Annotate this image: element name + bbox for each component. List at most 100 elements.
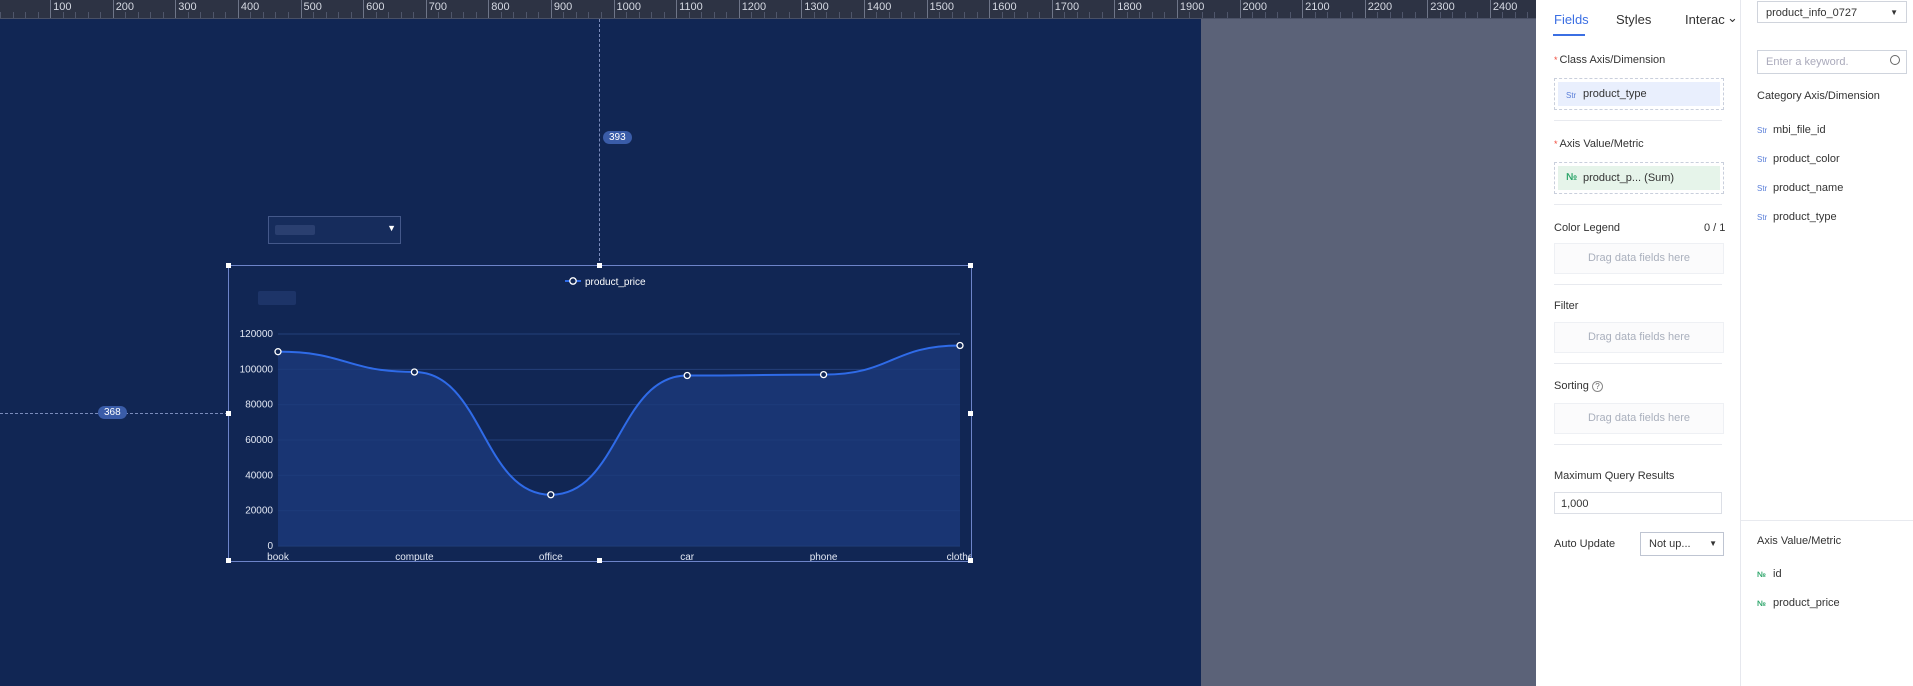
ruler-tick (488, 0, 490, 18)
class-axis-dropzone[interactable]: Str product_type (1554, 78, 1724, 110)
resize-handle-sw[interactable] (226, 558, 231, 563)
field-item-product-name[interactable]: Str product_name (1757, 182, 1843, 194)
ruler-minor-tick (100, 12, 102, 18)
dashboard-screen[interactable]: 393 368 ▼ 120000 100000 80000 60000 40000 200… (0, 19, 1201, 686)
tab-styles[interactable]: Styles (1616, 12, 1651, 27)
ruler-minor-tick (0, 12, 2, 18)
filter-dropzone[interactable]: Drag data fields here (1554, 322, 1724, 353)
resize-handle-e[interactable] (968, 411, 973, 416)
field-item-product-type[interactable]: Str product_type (1757, 211, 1837, 223)
y-tick-label: 0 (267, 541, 273, 552)
string-type-icon: Str (1757, 126, 1768, 135)
ruler-minor-tick (262, 12, 264, 18)
color-legend-title: Color Legend (1554, 222, 1621, 234)
class-axis-chip[interactable]: Str product_type (1558, 82, 1720, 106)
axis-value-dropzone[interactable]: № product_p... (Sum) (1554, 162, 1724, 194)
help-icon[interactable]: ? (1591, 381, 1603, 392)
ruler-label: 2200 (1367, 1, 1393, 13)
x-tick-label: office (539, 552, 563, 561)
field-item-product-color[interactable]: Str product_color (1757, 153, 1840, 165)
resize-handle-nw[interactable] (226, 263, 231, 268)
ruler-tick (738, 0, 740, 18)
divider (1554, 204, 1722, 205)
ruler-label: 500 (303, 1, 322, 13)
ruler-tick (989, 0, 991, 18)
dataset-select[interactable]: product_info_0727 ▼ (1757, 1, 1907, 23)
resize-handle-w[interactable] (226, 411, 231, 416)
max-query-input[interactable]: 1,000 (1554, 492, 1722, 514)
ruler-minor-tick (838, 12, 840, 18)
dataset-name: product_info_0727 (1766, 7, 1858, 19)
ruler-minor-tick (1402, 12, 1404, 18)
ruler-minor-tick (137, 12, 139, 18)
ruler-minor-tick (450, 12, 452, 18)
axis-value-title: * Axis Value/Metric (1554, 138, 1644, 150)
ruler-tick (300, 0, 302, 18)
field-item-mbi-file-id[interactable]: Str mbi_file_id (1757, 124, 1826, 136)
ruler-minor-tick (1289, 12, 1291, 18)
chevron-down-icon[interactable]: ⌄ (1727, 10, 1738, 26)
ruler-label: 1400 (866, 1, 892, 13)
resize-handle-n[interactable] (597, 263, 602, 268)
ruler-label: 800 (491, 1, 510, 13)
divider (1554, 120, 1722, 121)
ruler-minor-tick (225, 12, 227, 18)
ruler-label: 2000 (1242, 1, 1267, 13)
ruler-minor-tick (513, 12, 515, 18)
color-legend-dropzone[interactable]: Drag data fields here (1554, 243, 1724, 274)
canvas-area[interactable]: 393 368 ▼ 120000 100000 80000 60000 40000 200… (0, 19, 1536, 686)
string-type-icon: Str (1757, 213, 1768, 222)
ruler-minor-tick (901, 12, 903, 18)
ruler-minor-tick (1101, 12, 1103, 18)
ruler-tick (863, 0, 865, 18)
sorting-dropzone[interactable]: Drag data fields here (1554, 403, 1724, 434)
ruler-minor-tick (162, 12, 164, 18)
ruler-tick (926, 0, 928, 18)
ruler-tick (1051, 0, 1053, 18)
ruler-minor-tick (350, 12, 352, 18)
line-chart-widget[interactable]: 120000 100000 80000 60000 40000 20000 0 book com… (226, 263, 973, 563)
axis-value-chip[interactable]: № product_p... (Sum) (1558, 166, 1720, 190)
active-tab-indicator (1553, 34, 1585, 36)
ruler-minor-tick (1151, 12, 1153, 18)
auto-update-select[interactable]: Not up... ▼ (1640, 532, 1724, 556)
data-point (410, 368, 419, 376)
ruler-label: 600 (366, 1, 385, 13)
ruler-label: 2300 (1430, 1, 1455, 13)
ruler-minor-tick (1464, 12, 1466, 18)
class-axis-field: product_type (1583, 88, 1647, 100)
ruler-minor-tick (776, 12, 778, 18)
data-point (819, 370, 828, 379)
ruler-label: 1200 (741, 1, 767, 13)
tab-interaction[interactable]: Interac (1685, 12, 1725, 27)
ruler-minor-tick (37, 12, 39, 18)
ruler-label: 100 (53, 1, 72, 13)
guide-left-distance: 368 (98, 406, 127, 419)
filter-dropdown-widget[interactable]: ▼ (268, 216, 401, 244)
field-item-id[interactable]: № id (1757, 568, 1782, 580)
ruler-minor-tick (851, 12, 853, 18)
resize-handle-ne[interactable] (968, 263, 973, 268)
ruler-minor-tick (325, 12, 327, 18)
ruler-minor-tick (651, 12, 653, 18)
search-icon[interactable] (1890, 55, 1900, 65)
ruler-label: 1300 (804, 1, 829, 13)
resize-handle-se[interactable] (968, 558, 973, 563)
field-item-product-price[interactable]: № product_price (1757, 597, 1840, 609)
ruler-tick (175, 0, 177, 18)
resize-handle-s[interactable] (597, 558, 602, 563)
ruler-minor-tick (575, 12, 577, 18)
data-point (274, 348, 282, 356)
field-search-input[interactable]: Enter a keyword. (1757, 50, 1907, 74)
ruler-tick (1176, 0, 1178, 18)
ruler-minor-tick (713, 12, 715, 18)
ruler-minor-tick (388, 12, 390, 18)
ruler-minor-tick (75, 12, 77, 18)
data-point (547, 491, 555, 499)
tab-fields[interactable]: Fields (1554, 12, 1589, 27)
string-type-icon: Str (1757, 184, 1768, 193)
ruler-minor-tick (12, 12, 14, 18)
ruler-minor-tick (413, 12, 415, 18)
ruler-minor-tick (400, 12, 402, 18)
config-tabs: Fields Styles Interac ⌄ (1536, 0, 1740, 38)
